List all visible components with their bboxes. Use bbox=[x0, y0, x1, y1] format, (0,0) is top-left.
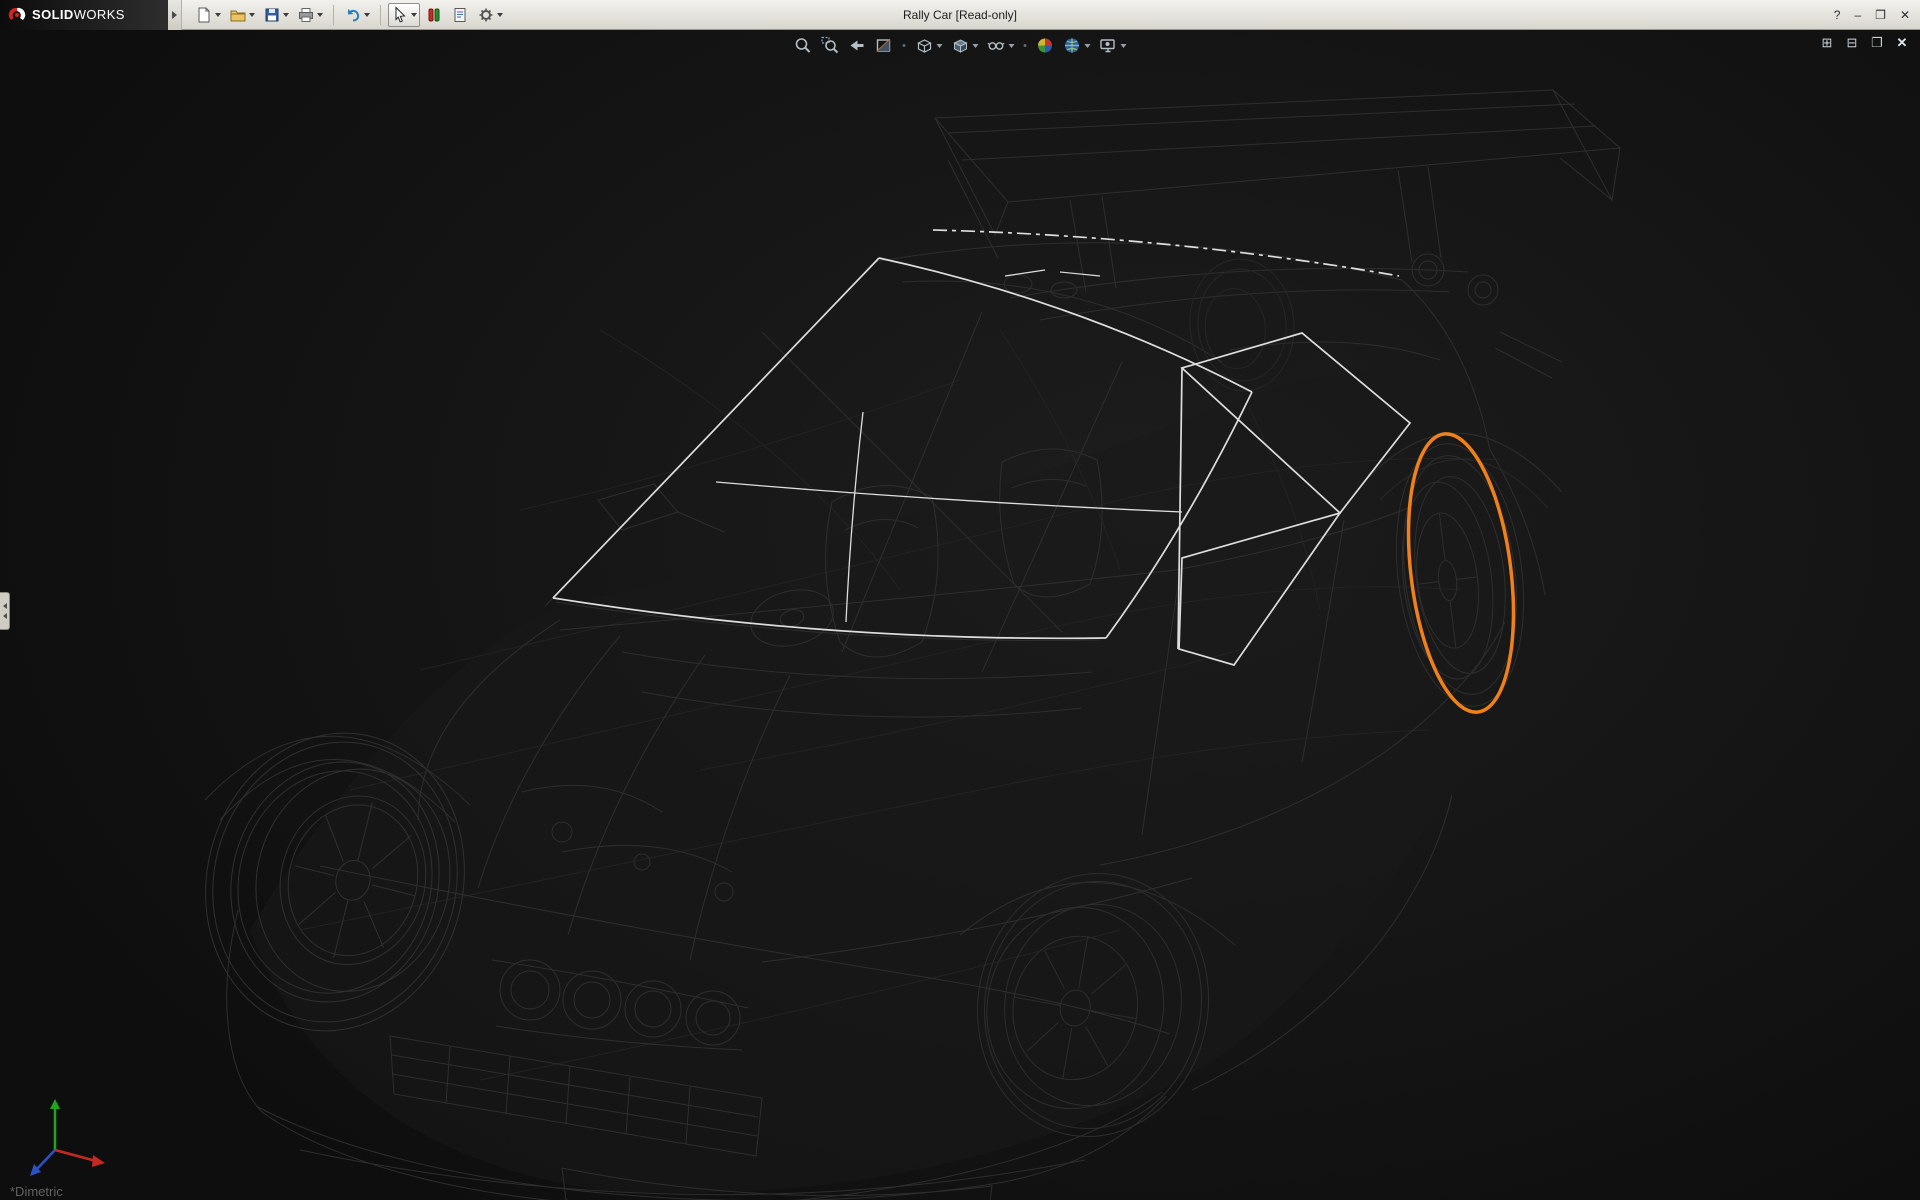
document-title: Rally Car [Read-only] bbox=[903, 0, 1017, 30]
zoom-to-fit-icon bbox=[794, 36, 813, 55]
edit-appearance-ball-icon bbox=[1036, 36, 1055, 55]
heads-up-view-toolbar bbox=[794, 36, 1127, 55]
view-orientation-label: *Dimetric bbox=[10, 1184, 63, 1199]
section-view-button[interactable] bbox=[875, 36, 894, 55]
hud-separator bbox=[1024, 44, 1027, 47]
rebuild-button[interactable] bbox=[422, 3, 446, 27]
print-icon bbox=[297, 6, 315, 24]
zoom-to-area-button[interactable] bbox=[821, 36, 840, 55]
section-view-icon bbox=[875, 36, 894, 55]
collapse-arrow-icon bbox=[3, 613, 7, 619]
title-bar: SOLIDWORKS bbox=[0, 0, 1920, 30]
undo-button[interactable] bbox=[341, 3, 373, 27]
view-settings-icon bbox=[1099, 36, 1118, 55]
undo-icon bbox=[344, 6, 362, 24]
save-caret[interactable] bbox=[283, 13, 289, 17]
hud-separator bbox=[903, 44, 906, 47]
toolbar-separator bbox=[333, 5, 334, 25]
orientation-triad-icon bbox=[30, 1099, 105, 1176]
print-caret[interactable] bbox=[317, 13, 323, 17]
apply-scene-button[interactable] bbox=[1063, 36, 1091, 55]
help-button[interactable]: ? bbox=[1834, 8, 1841, 22]
view-orientation-caret[interactable] bbox=[937, 44, 943, 48]
options-caret[interactable] bbox=[497, 13, 503, 17]
apply-scene-globe-icon bbox=[1063, 36, 1082, 55]
rebuild-icon bbox=[425, 6, 443, 24]
close-button[interactable]: ✕ bbox=[1900, 8, 1910, 22]
undo-caret[interactable] bbox=[364, 13, 370, 17]
file-properties-icon bbox=[451, 6, 469, 24]
hide-show-items-icon bbox=[987, 36, 1006, 55]
zoom-to-fit-button[interactable] bbox=[794, 36, 813, 55]
document-restore-button[interactable]: ❐ bbox=[1869, 34, 1885, 52]
options-button[interactable] bbox=[474, 3, 506, 27]
hide-show-items-caret[interactable] bbox=[1009, 44, 1015, 48]
menu-expand-tab[interactable] bbox=[168, 0, 182, 30]
minimize-button[interactable]: – bbox=[1854, 8, 1861, 22]
select-caret[interactable] bbox=[411, 13, 417, 17]
save-floppy-icon bbox=[263, 6, 281, 24]
view-orientation-cube-icon bbox=[915, 36, 934, 55]
open-folder-icon bbox=[229, 6, 247, 24]
solidworks-mark-icon bbox=[8, 6, 26, 24]
display-style-icon bbox=[951, 36, 970, 55]
select-button[interactable] bbox=[388, 3, 420, 27]
document-minimize-button[interactable]: ⊟ bbox=[1844, 34, 1860, 52]
previous-view-button[interactable] bbox=[848, 36, 867, 55]
wireframe-car-scene[interactable] bbox=[0, 30, 1920, 1200]
previous-view-icon bbox=[848, 36, 867, 55]
solidworks-logo: SOLIDWORKS bbox=[0, 0, 168, 30]
view-settings-button[interactable] bbox=[1099, 36, 1127, 55]
open-caret[interactable] bbox=[249, 13, 255, 17]
toolbar-separator bbox=[380, 5, 381, 25]
graphics-viewport[interactable]: ⊞ ⊟ ❐ ✕ *Dimetric bbox=[0, 30, 1920, 1200]
standard-toolbar bbox=[192, 3, 506, 27]
edit-appearance-button[interactable] bbox=[1036, 36, 1055, 55]
save-button[interactable] bbox=[260, 3, 292, 27]
select-cursor-icon bbox=[391, 6, 409, 24]
file-properties-button[interactable] bbox=[448, 3, 472, 27]
open-button[interactable] bbox=[226, 3, 258, 27]
new-document-caret[interactable] bbox=[215, 13, 221, 17]
view-orientation-button[interactable] bbox=[915, 36, 943, 55]
collapse-arrow-icon bbox=[3, 603, 7, 609]
restore-button[interactable]: ❐ bbox=[1875, 8, 1886, 22]
apply-scene-caret[interactable] bbox=[1085, 44, 1091, 48]
zoom-to-area-icon bbox=[821, 36, 840, 55]
display-style-caret[interactable] bbox=[973, 44, 979, 48]
options-gear-icon bbox=[477, 6, 495, 24]
document-window-controls: ⊞ ⊟ ❐ ✕ bbox=[1819, 34, 1910, 52]
print-button[interactable] bbox=[294, 3, 326, 27]
view-settings-caret[interactable] bbox=[1121, 44, 1127, 48]
new-document-button[interactable] bbox=[192, 3, 224, 27]
new-document-icon bbox=[195, 6, 213, 24]
document-tile-button[interactable]: ⊞ bbox=[1819, 34, 1835, 52]
brand-text: SOLIDWORKS bbox=[32, 7, 125, 22]
panel-collapse-tab[interactable] bbox=[0, 592, 10, 630]
hide-show-items-button[interactable] bbox=[987, 36, 1015, 55]
window-controls: ? – ❐ ✕ bbox=[1834, 0, 1910, 30]
document-close-button[interactable]: ✕ bbox=[1894, 34, 1910, 52]
display-style-button[interactable] bbox=[951, 36, 979, 55]
car-body-fill bbox=[250, 238, 1544, 1193]
